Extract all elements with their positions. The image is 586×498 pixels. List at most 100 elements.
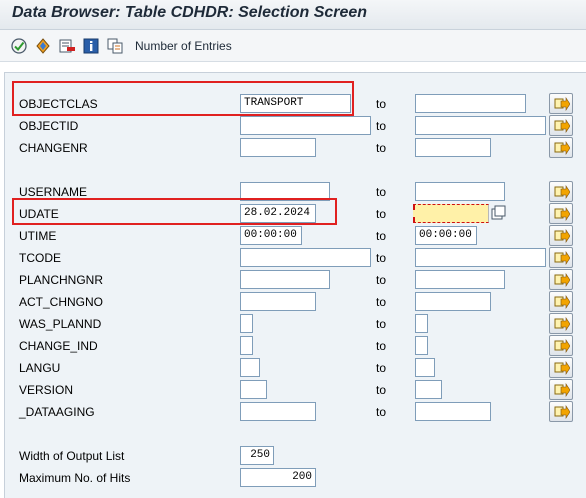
window-title: Data Browser: Table CDHDR: Selection Scr… (12, 4, 368, 21)
tcode-low-input[interactable] (240, 248, 371, 267)
to-label: to (376, 251, 387, 265)
title-bar: Data Browser: Table CDHDR: Selection Scr… (0, 0, 586, 30)
max-hits-input[interactable]: 200 (240, 468, 316, 487)
was-plannd-high-input[interactable] (415, 314, 428, 333)
act-chngno-high-input[interactable] (415, 292, 491, 311)
multiple-selection-button[interactable] (549, 313, 573, 334)
objectclas-low-input[interactable]: TRANSPORT (240, 94, 351, 113)
output-width-label: Width of Output List (19, 449, 125, 463)
multiple-selection-button[interactable] (549, 181, 573, 202)
udate-low-input[interactable]: 28.02.2024 (240, 204, 316, 223)
multiple-selection-button[interactable] (549, 93, 573, 114)
to-label: to (376, 361, 387, 375)
arrow-right-icon (554, 295, 570, 309)
row-tcode: TCODE to (0, 247, 586, 269)
to-label: to (376, 207, 387, 221)
multiple-selection-button[interactable] (549, 115, 573, 136)
objectid-low-input[interactable] (240, 116, 371, 135)
number-of-entries-button[interactable]: Number of Entries (135, 39, 232, 53)
multiple-selection-button[interactable] (549, 291, 573, 312)
arrow-right-icon (554, 207, 570, 221)
copy-icon[interactable] (106, 37, 124, 55)
row-objectclas: OBJECTCLAS TRANSPORT to (0, 93, 586, 115)
utime-high-input[interactable]: 00:00:00 (415, 226, 477, 245)
version-low-input[interactable] (240, 380, 267, 399)
utime-low-input[interactable]: 00:00:00 (240, 226, 302, 245)
info-icon[interactable] (82, 37, 100, 55)
output-width-input[interactable]: 250 (240, 446, 274, 465)
multiple-selection-button[interactable] (549, 225, 573, 246)
changenr-low-input[interactable] (240, 138, 316, 157)
planchngnr-high-input[interactable] (415, 270, 505, 289)
row-version: VERSION to (0, 379, 586, 401)
row-was-plannd: WAS_PLANND to (0, 313, 586, 335)
field-label: CHANGE_IND (19, 339, 98, 353)
arrow-right-icon (554, 119, 570, 133)
objectid-high-input[interactable] (415, 116, 546, 135)
row-objectid: OBJECTID to (0, 115, 586, 137)
was-plannd-low-input[interactable] (240, 314, 253, 333)
version-high-input[interactable] (415, 380, 442, 399)
arrow-right-icon (554, 361, 570, 375)
field-label: UTIME (19, 229, 57, 243)
arrow-right-icon (554, 339, 570, 353)
row-udate: UDATE 28.02.2024 to (0, 203, 586, 225)
selection-options-icon[interactable] (34, 37, 52, 55)
field-label: OBJECTID (19, 119, 79, 133)
row-output-width: Width of Output List 250 (0, 445, 586, 467)
row-langu: LANGU to (0, 357, 586, 379)
udate-high-input[interactable] (413, 204, 489, 223)
to-label: to (376, 141, 387, 155)
arrow-right-icon (554, 383, 570, 397)
multiple-selection-button[interactable] (549, 357, 573, 378)
multiple-selection-button[interactable] (549, 247, 573, 268)
objectclas-high-input[interactable] (415, 94, 526, 113)
to-label: to (376, 317, 387, 331)
change-ind-low-input[interactable] (240, 336, 253, 355)
username-high-input[interactable] (415, 182, 505, 201)
row-planchngnr: PLANCHNGNR to (0, 269, 586, 291)
multiple-selection-button[interactable] (549, 335, 573, 356)
to-label: to (376, 97, 387, 111)
langu-low-input[interactable] (240, 358, 260, 377)
to-label: to (376, 119, 387, 133)
arrow-right-icon (554, 251, 570, 265)
multiple-selection-button[interactable] (549, 269, 573, 290)
row-utime: UTIME 00:00:00 to 00:00:00 (0, 225, 586, 247)
langu-high-input[interactable] (415, 358, 435, 377)
arrow-right-icon (554, 317, 570, 331)
selection-screen: OBJECTCLAS TRANSPORT to OBJECTID to CHAN… (0, 62, 586, 498)
to-label: to (376, 383, 387, 397)
multiple-selection-button[interactable] (549, 137, 573, 158)
arrow-right-icon (554, 229, 570, 243)
to-label: to (376, 273, 387, 287)
multiple-selection-button[interactable] (549, 203, 573, 224)
row-max-hits: Maximum No. of Hits 200 (0, 467, 586, 489)
tcode-high-input[interactable] (415, 248, 546, 267)
dataaging-low-input[interactable] (240, 402, 316, 421)
row-changenr: CHANGENR to (0, 137, 586, 159)
dataaging-high-input[interactable] (415, 402, 491, 421)
planchngnr-low-input[interactable] (240, 270, 330, 289)
field-label: USERNAME (19, 185, 88, 199)
arrow-right-icon (554, 405, 570, 419)
multiple-selection-button[interactable] (549, 401, 573, 422)
value-help-icon[interactable] (491, 205, 507, 221)
execute-icon[interactable] (10, 37, 28, 55)
field-label: TCODE (19, 251, 61, 265)
row-act-chngno: ACT_CHNGNO to (0, 291, 586, 313)
row-username: USERNAME to (0, 181, 586, 203)
to-label: to (376, 339, 387, 353)
username-low-input[interactable] (240, 182, 330, 201)
arrow-right-icon (554, 185, 570, 199)
changenr-high-input[interactable] (415, 138, 491, 157)
change-ind-high-input[interactable] (415, 336, 428, 355)
multiple-selection-button[interactable] (549, 379, 573, 400)
field-label: CHANGENR (19, 141, 88, 155)
to-label: to (376, 229, 387, 243)
application-toolbar: Number of Entries (0, 30, 586, 62)
act-chngno-low-input[interactable] (240, 292, 316, 311)
delete-selection-icon[interactable] (58, 37, 76, 55)
field-label: UDATE (19, 207, 59, 221)
arrow-right-icon (554, 273, 570, 287)
